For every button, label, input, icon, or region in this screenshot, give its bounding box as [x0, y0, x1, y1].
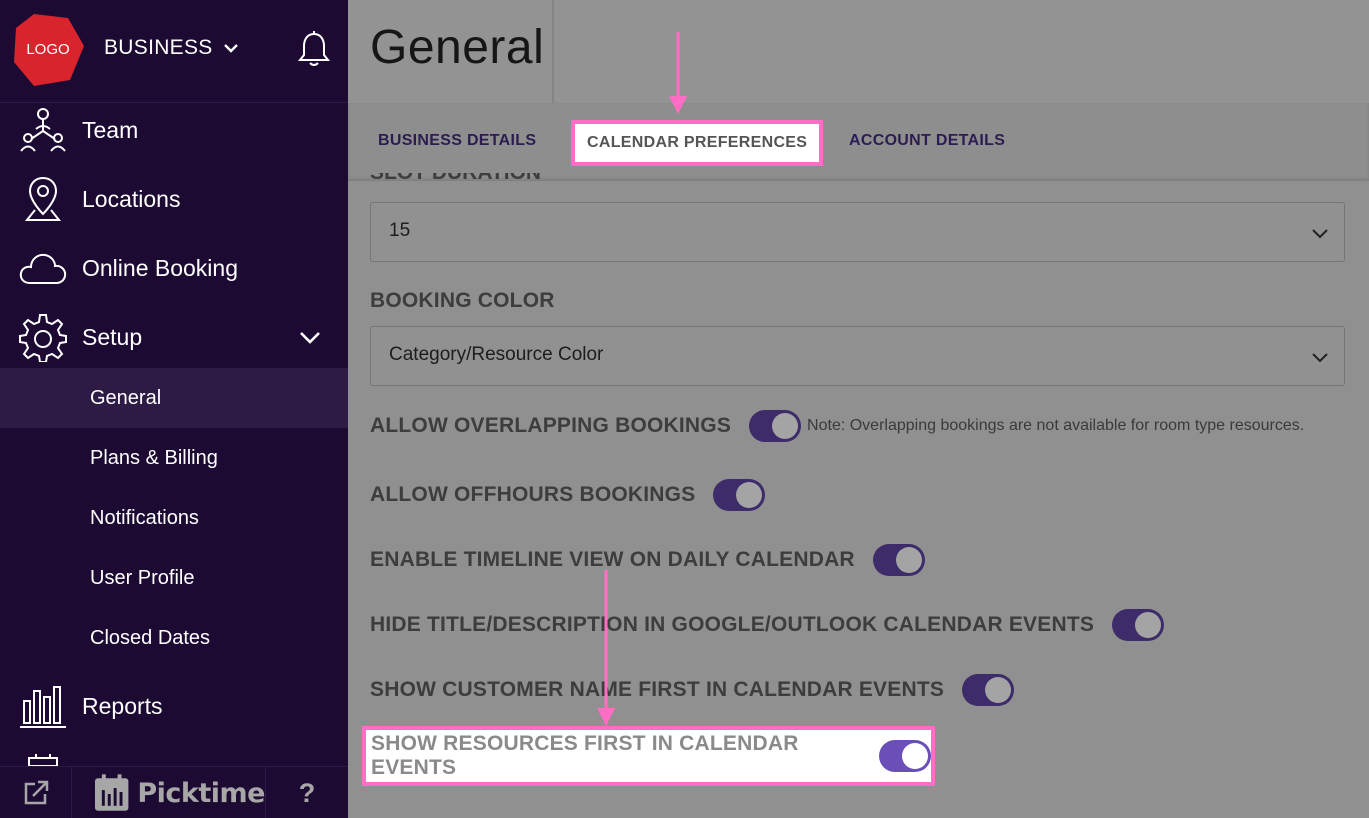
- sidebar-item-team[interactable]: Team: [0, 100, 348, 160]
- hide-title-toggle[interactable]: [1112, 609, 1165, 641]
- toggle-knob: [736, 482, 763, 508]
- overlapping-note: Note: Overlapping bookings are not avail…: [807, 417, 1305, 434]
- toggle-row-customer-first: SHOW CUSTOMER NAME FIRST IN CALENDAR EVE…: [370, 674, 1015, 706]
- logo-text: LOGO: [26, 41, 70, 58]
- toggle-row-resources-first: SHOW RESOURCES FIRST IN CALENDAR EVENTS: [362, 726, 935, 786]
- business-switcher[interactable]: BUSINESS: [104, 36, 241, 60]
- toggle-label: SHOW CUSTOMER NAME FIRST IN CALENDAR EVE…: [370, 678, 945, 701]
- sidebar-item-label: Reports: [82, 692, 163, 719]
- timeline-view-toggle[interactable]: [872, 544, 925, 576]
- sidebar-item-label: Setup: [82, 323, 143, 350]
- tab-business-details[interactable]: BUSINESS DETAILS: [378, 132, 536, 150]
- tab-calendar-preferences[interactable]: CALENDAR PREFERENCES: [571, 120, 824, 166]
- external-link-icon: [24, 780, 48, 805]
- offhours-bookings-toggle[interactable]: [713, 479, 766, 511]
- main-panel: General BUSINESS DETAILS CALENDAR PREFER…: [348, 0, 1369, 818]
- toggle-knob: [772, 413, 799, 439]
- chevron-down-icon: [1312, 229, 1328, 239]
- toggle-knob: [895, 547, 922, 573]
- slot-duration-label: SLOT DURATION: [370, 173, 541, 185]
- title-divider: [552, 0, 554, 103]
- toggle-knob: [1135, 612, 1162, 638]
- sidebar-subitem-notifications[interactable]: Notifications: [0, 488, 348, 548]
- slot-duration-value: 15: [389, 220, 411, 241]
- help-button[interactable]: ?: [266, 767, 348, 818]
- toggle-label: ALLOW OFFHOURS BOOKINGS: [370, 483, 696, 506]
- sidebar-subitem-general[interactable]: General: [0, 368, 348, 428]
- top-bar: General: [348, 0, 1369, 103]
- toggle-label: ALLOW OVERLAPPING BOOKINGS: [370, 414, 732, 437]
- sidebar-subitem-plans-billing[interactable]: Plans & Billing: [0, 428, 348, 488]
- annotation-arrow-tab: [669, 32, 687, 114]
- toggle-label: SHOW RESOURCES FIRST IN CALENDAR EVENTS: [371, 732, 799, 779]
- booking-color-value: Category/Resource Color: [389, 344, 604, 365]
- sidebar-item-online-booking[interactable]: Online Booking: [0, 238, 348, 298]
- annotation-arrow-toggle: [597, 570, 615, 726]
- toggle-knob: [985, 677, 1012, 703]
- toggle-row-overlapping: ALLOW OVERLAPPING BOOKINGS Note: Overlap…: [370, 410, 1304, 442]
- picktime-brand-name: Picktime: [137, 777, 265, 809]
- customer-name-first-toggle[interactable]: [962, 674, 1015, 706]
- booking-color-select[interactable]: Category/Resource Color: [370, 326, 1345, 386]
- cloud-icon: [19, 253, 67, 284]
- location-pin-icon: [24, 176, 62, 221]
- sidebar-header: LOGO BUSINESS: [0, 0, 348, 103]
- toggle-knob: [902, 743, 928, 769]
- sidebar-item-setup[interactable]: Setup: [0, 307, 348, 367]
- sidebar-item-label: Locations: [82, 185, 181, 212]
- team-icon: [20, 108, 66, 152]
- sidebar-item-label: Team: [82, 116, 139, 143]
- toggle-row-offhours: ALLOW OFFHOURS BOOKINGS: [370, 479, 766, 511]
- tab-bar: BUSINESS DETAILS CALENDAR PREFERENCES AC…: [348, 103, 1369, 181]
- booking-color-label: BOOKING COLOR: [370, 289, 555, 312]
- sidebar-item-locations[interactable]: Locations: [0, 169, 348, 229]
- sidebar-item-label: Online Booking: [82, 254, 238, 281]
- page-title: General: [370, 21, 545, 74]
- sidebar: LOGO BUSINESS Team Locations Online Book…: [0, 0, 348, 818]
- toggle-row-hide-title: HIDE TITLE/DESCRIPTION IN GOOGLE/OUTLOOK…: [370, 609, 1165, 641]
- picktime-brand[interactable]: Picktime: [72, 767, 266, 818]
- open-external-button[interactable]: [0, 767, 72, 818]
- toggle-row-timeline: ENABLE TIMELINE VIEW ON DAILY CALENDAR: [370, 544, 925, 576]
- resources-first-toggle[interactable]: [879, 740, 931, 772]
- toggle-label: ENABLE TIMELINE VIEW ON DAILY CALENDAR: [370, 548, 855, 571]
- picktime-logo-icon: [94, 774, 129, 811]
- calendar-icon: [28, 754, 58, 766]
- sidebar-item-reports[interactable]: Reports: [0, 676, 348, 736]
- chevron-down-icon: [1312, 353, 1328, 363]
- sidebar-subitem-user-profile[interactable]: User Profile: [0, 548, 348, 608]
- tab-account-details[interactable]: ACCOUNT DETAILS: [849, 132, 1005, 150]
- calendar-preferences-form: SLOT DURATION 15 BOOKING COLOR Category/…: [348, 173, 1369, 818]
- business-logo[interactable]: LOGO: [10, 12, 86, 88]
- sidebar-footer: Picktime ?: [0, 766, 348, 818]
- slot-duration-select[interactable]: 15: [370, 202, 1345, 262]
- overlapping-bookings-toggle[interactable]: [749, 410, 802, 442]
- business-label: BUSINESS: [104, 36, 213, 59]
- gear-icon: [19, 314, 67, 362]
- bar-chart-icon: [20, 686, 66, 728]
- bell-icon[interactable]: [296, 30, 332, 68]
- sidebar-subitem-closed-dates[interactable]: Closed Dates: [0, 608, 348, 668]
- chevron-down-icon: [300, 332, 320, 344]
- chevron-down-icon: [223, 44, 238, 53]
- toggle-label: HIDE TITLE/DESCRIPTION IN GOOGLE/OUTLOOK…: [370, 613, 1095, 636]
